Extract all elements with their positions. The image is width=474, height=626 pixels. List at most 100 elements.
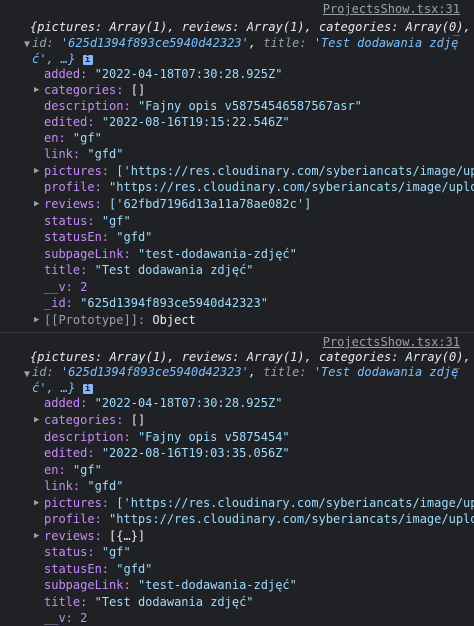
prop-value: ['https://res.cloudinary.com/syberiancat… <box>116 496 474 510</box>
info-icon[interactable]: i <box>82 384 93 394</box>
prop-value: "2022-08-16T19:15:22.546Z" <box>101 115 290 129</box>
prop-key: added: <box>44 396 88 410</box>
summary-comma: , <box>248 36 256 50</box>
prop-value: "2022-08-16T19:03:35.056Z" <box>101 446 290 460</box>
prop-status: status: "gf" <box>44 544 131 560</box>
prop-value: "Fajny opis v58754546587567asr" <box>137 99 362 113</box>
prop-reviews[interactable]: reviews: ['62fbd7196d13a11a78ae082c'] <box>44 196 311 212</box>
prop-key: en: <box>44 131 66 145</box>
prop-value: "gfd" <box>116 562 153 576</box>
prop-v: __v: 2 <box>44 279 87 295</box>
prop-value: "Test dodawania zdjęć" <box>94 263 254 277</box>
prop-key: edited: <box>44 446 95 460</box>
prop-value: 2 <box>80 280 88 294</box>
summary-text: {pictures: Array(1), reviews: Array(1), … <box>30 350 471 364</box>
summary-tail: ć', …} <box>32 52 76 66</box>
prop-status: status: "gf" <box>44 213 131 229</box>
prop-key: statusEn: <box>44 562 110 576</box>
prop-key: statusEn: <box>44 230 110 244</box>
prop-key: description: <box>44 430 131 444</box>
prop-value: "test-dodawania-zdjęć" <box>137 578 297 592</box>
prop-key: reviews: <box>44 197 102 211</box>
prop-key: pictures: <box>44 164 110 178</box>
prop-key: edited: <box>44 115 95 129</box>
prop-link: link: "gfd" <box>44 146 123 162</box>
prop-value: [] <box>130 83 146 97</box>
object-summary[interactable]: {pictures: Array(1), reviews: Array(1), … <box>30 20 471 34</box>
prop-statusEn: statusEn: "gfd" <box>44 561 152 577</box>
prop-categories[interactable]: categories: [] <box>44 82 145 98</box>
prop-prototype[interactable]: [[Prototype]]: Object <box>44 312 196 328</box>
prop-value: Object <box>152 313 196 327</box>
summary-id-val: '625d1394f893ce5940d42323' <box>60 365 249 379</box>
summary-tail: ć', …} <box>32 381 76 395</box>
info-icon[interactable]: i <box>82 55 93 65</box>
prop-profile: profile: "https://res.cloudinary.com/syb… <box>44 511 474 527</box>
console-entry-1: ProjectsShow.tsx:31 _ {pictures: Array(1… <box>0 0 474 332</box>
object-summary[interactable]: {pictures: Array(1), reviews: Array(1), … <box>30 350 471 364</box>
prop-categories[interactable]: categories: [] <box>44 412 145 428</box>
prop-value: [{…}] <box>109 529 146 543</box>
prop-key: subpageLink: <box>44 578 131 592</box>
prop-key: status: <box>44 214 95 228</box>
prop-value: "https://res.cloudinary.com/syberiancats… <box>109 180 474 194</box>
prop-value: "gf" <box>101 214 131 228</box>
object-summary-line3[interactable]: ć', …} i <box>32 52 93 66</box>
prop-description: description: "Fajny opis v5875454" <box>44 429 290 445</box>
prop-statusEn: statusEn: "gfd" <box>44 229 152 245</box>
prop-value: "2022-04-18T07:30:28.925Z" <box>94 67 283 81</box>
summary-id-val: '625d1394f893ce5940d42323' <box>60 36 249 50</box>
prop-en: en: "gf" <box>44 462 102 478</box>
prop-profile: profile: "https://res.cloudinary.com/syb… <box>44 179 474 195</box>
expand-triangle-icon[interactable]: ▶ <box>34 495 39 511</box>
prop-key: profile: <box>44 180 102 194</box>
prop-value: "test-dodawania-zdjęć" <box>137 247 297 261</box>
prop-key: __v: <box>44 611 73 625</box>
expand-triangle-icon[interactable]: ▶ <box>34 196 39 212</box>
prop-key: title: <box>44 263 88 277</box>
prop-title: title: "Test dodawania zdjęć" <box>44 262 254 278</box>
prop-subpageLink: subpageLink: "test-dodawania-zdjęć" <box>44 577 297 593</box>
console-entry-2: ProjectsShow.tsx:31 _ {pictures: Array(1… <box>0 333 474 625</box>
expand-triangle-icon[interactable]: ▶ <box>34 412 39 428</box>
prop-key: __v: <box>44 280 73 294</box>
prop-value: "gf" <box>72 463 102 477</box>
prop-value: "2022-04-18T07:30:28.925Z" <box>94 396 283 410</box>
prop-key: reviews: <box>44 529 102 543</box>
object-summary-line3[interactable]: ć', …} i <box>32 381 93 395</box>
prop-value: "gfd" <box>87 479 124 493</box>
prop-key: categories: <box>44 413 124 427</box>
expand-triangle-icon[interactable]: ▶ <box>34 163 39 179</box>
prop-edited: edited: "2022-08-16T19:03:35.056Z" <box>44 445 290 461</box>
object-summary-line2[interactable]: id: '625d1394f893ce5940d42323', title: '… <box>32 365 458 379</box>
summary-id-key: id: <box>32 36 54 50</box>
prop-subpageLink: subpageLink: "test-dodawania-zdjęć" <box>44 246 297 262</box>
prop-value: [] <box>130 413 146 427</box>
expand-triangle-icon[interactable]: ▶ <box>34 82 39 98</box>
prop-link: link: "gfd" <box>44 478 123 494</box>
prop-value: "gf" <box>72 131 102 145</box>
prop-pictures[interactable]: pictures: ['https://res.cloudinary.com/s… <box>44 495 474 511</box>
expand-arrow-icon[interactable]: ▼ <box>24 369 30 380</box>
prop-value: "Fajny opis v5875454" <box>137 430 290 444</box>
prop-value: "Test dodawania zdjęć" <box>94 595 254 609</box>
summary-comma: , <box>248 365 256 379</box>
source-link[interactable]: ProjectsShow.tsx:31 <box>323 2 460 16</box>
expand-arrow-icon[interactable]: ▼ <box>24 39 30 50</box>
prop-value: 2 <box>80 611 88 625</box>
expand-triangle-icon[interactable]: ▶ <box>34 528 39 544</box>
prop-reviews[interactable]: reviews: [{…}] <box>44 528 145 544</box>
prop-key: link: <box>44 479 81 493</box>
summary-title-val: 'Test dodawania zdję <box>313 36 459 50</box>
summary-id-key: id: <box>32 365 54 379</box>
prop-value: ['62fbd7196d13a11a78ae082c'] <box>109 197 312 211</box>
prop-key: description: <box>44 99 131 113</box>
prop-value: "625d1394f893ce5940d42323" <box>80 296 268 310</box>
prop-value: "gfd" <box>87 147 124 161</box>
prop-key: link: <box>44 147 81 161</box>
prop-id: _id: "625d1394f893ce5940d42323" <box>44 295 268 311</box>
object-summary-line2[interactable]: id: '625d1394f893ce5940d42323', title: '… <box>32 36 458 50</box>
prop-pictures[interactable]: pictures: ['https://res.cloudinary.com/s… <box>44 163 474 179</box>
source-link[interactable]: ProjectsShow.tsx:31 <box>323 335 460 349</box>
expand-triangle-icon[interactable]: ▶ <box>34 312 39 328</box>
